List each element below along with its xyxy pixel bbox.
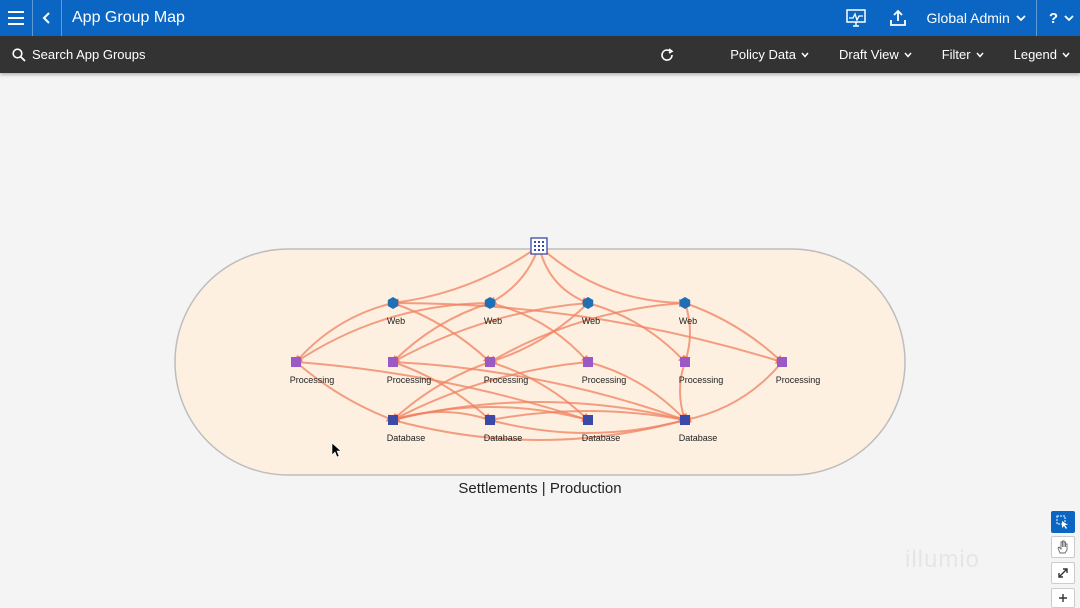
database-node[interactable] [388,415,398,425]
hand-icon[interactable] [1051,536,1075,558]
app-group-boundary[interactable] [174,248,906,476]
search-placeholder: Search App Groups [32,47,146,62]
upload-icon[interactable] [877,0,919,36]
database-node-label: Database [387,433,426,443]
processing-node[interactable] [388,357,398,367]
filter-dropdown[interactable]: Filter [942,47,984,62]
chevron-down-icon [1064,15,1074,22]
database-node-label: Database [582,433,621,443]
chevron-down-icon [1062,52,1070,58]
internet-grid-icon[interactable] [530,237,548,255]
legend-dropdown[interactable]: Legend [1014,47,1070,62]
chevron-down-icon [976,52,984,58]
processing-node-label: Processing [484,375,529,385]
processing-node-label: Processing [776,375,821,385]
expand-icon[interactable] [1051,562,1075,584]
search-app-groups[interactable]: Search App Groups [12,47,145,62]
draft-view-label: Draft View [838,47,899,62]
chevron-down-icon [1016,15,1026,22]
processing-node[interactable] [485,357,495,367]
chevron-down-icon [801,52,809,58]
divider [1035,0,1037,36]
chevron-left-icon[interactable] [33,0,61,36]
app-group-map-canvas[interactable]: Web Web Web Web Processing Processing Processi… [0,73,1080,608]
draft-view-dropdown[interactable]: Draft View [839,47,912,62]
web-node-label: Web [582,316,600,326]
database-node[interactable] [485,415,495,425]
processing-node[interactable] [777,357,787,367]
top-bar: App Group Map Global Admin ? [0,0,1080,36]
processing-node-label: Processing [679,375,724,385]
map-toolbar: Search App Groups Policy Data Draft View… [0,36,1080,73]
group-label[interactable]: Settlements | Production [458,480,621,497]
web-node-label: Web [484,316,502,326]
processing-node-label: Processing [387,375,432,385]
processing-node-label: Processing [582,375,627,385]
hamburger-icon[interactable] [0,0,32,36]
help-icon: ? [1048,9,1058,27]
monitor-icon[interactable] [835,0,877,36]
database-node[interactable] [583,415,593,425]
processing-node[interactable] [291,357,301,367]
processing-node-label: Processing [290,375,335,385]
legend-label: Legend [1013,47,1057,62]
processing-node[interactable] [680,357,690,367]
database-node-label: Database [484,433,523,443]
processing-node[interactable] [583,357,593,367]
divider [61,0,62,36]
user-menu[interactable]: Global Admin [927,10,1026,26]
page-title: App Group Map [72,9,185,26]
policy-data-dropdown[interactable]: Policy Data [730,47,809,62]
select-pointer-icon[interactable] [1051,511,1075,533]
web-node-label: Web [679,316,697,326]
refresh-icon[interactable] [652,47,682,62]
watermark: illumio [905,546,981,573]
plus-icon[interactable] [1051,588,1075,608]
help-menu[interactable]: ? [1049,10,1074,27]
chevron-down-icon [904,52,912,58]
database-node[interactable] [680,415,690,425]
search-icon [12,47,26,62]
policy-data-label: Policy Data [730,47,796,62]
database-node-label: Database [679,433,718,443]
web-node-label: Web [387,316,405,326]
filter-label: Filter [941,47,971,62]
map-graph[interactable]: Web Web Web Web Processing Processing Processi… [0,73,1080,608]
user-menu-label: Global Admin [926,10,1010,26]
